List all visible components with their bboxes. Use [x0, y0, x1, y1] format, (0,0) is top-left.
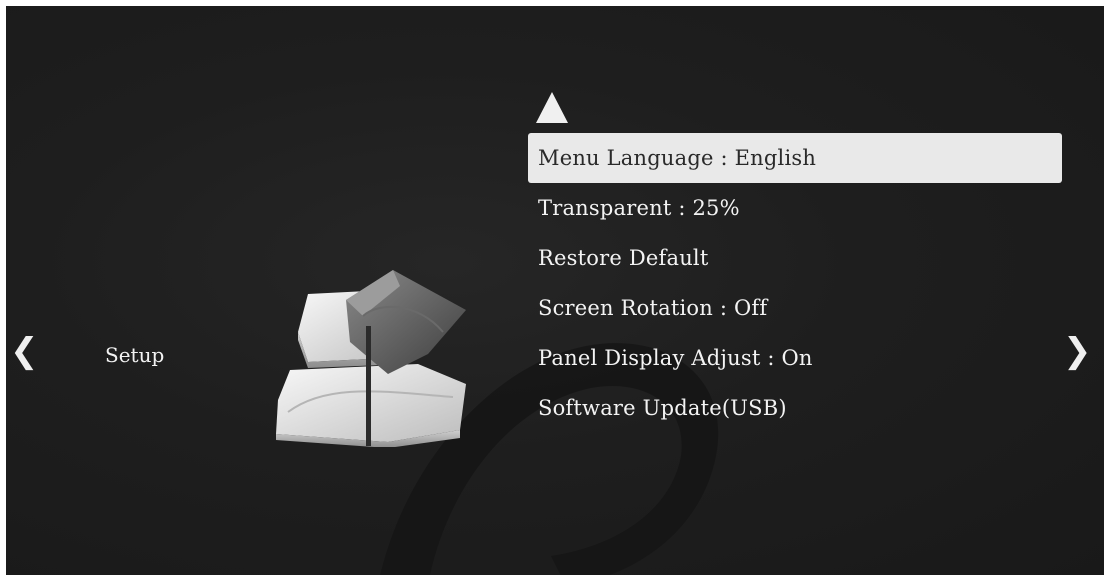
setup-menu-list: Menu Language : English Transparent : 25… [528, 133, 1062, 433]
menu-item-software-update[interactable]: Software Update(USB) [528, 383, 1062, 433]
previous-category-arrow[interactable]: ❮ [10, 331, 39, 371]
menu-item-menu-language[interactable]: Menu Language : English [528, 133, 1062, 183]
setup-menu-screen: ❮ Setup Menu Language: English Transpar… [6, 6, 1104, 575]
triangle-up-icon[interactable] [536, 92, 568, 123]
menu-item-transparent[interactable]: Transparent : 25% [528, 183, 1062, 233]
next-category-arrow[interactable]: ❯ [1063, 331, 1092, 371]
menu-item-screen-rotation[interactable]: Screen Rotation : Off [528, 283, 1062, 333]
menu-item-restore-default[interactable]: Restore Default [528, 233, 1062, 283]
menu-item-panel-display-adjust[interactable]: Panel Display Adjust : On [528, 333, 1062, 383]
setup-icon [276, 270, 466, 447]
category-label: Setup [105, 343, 165, 367]
